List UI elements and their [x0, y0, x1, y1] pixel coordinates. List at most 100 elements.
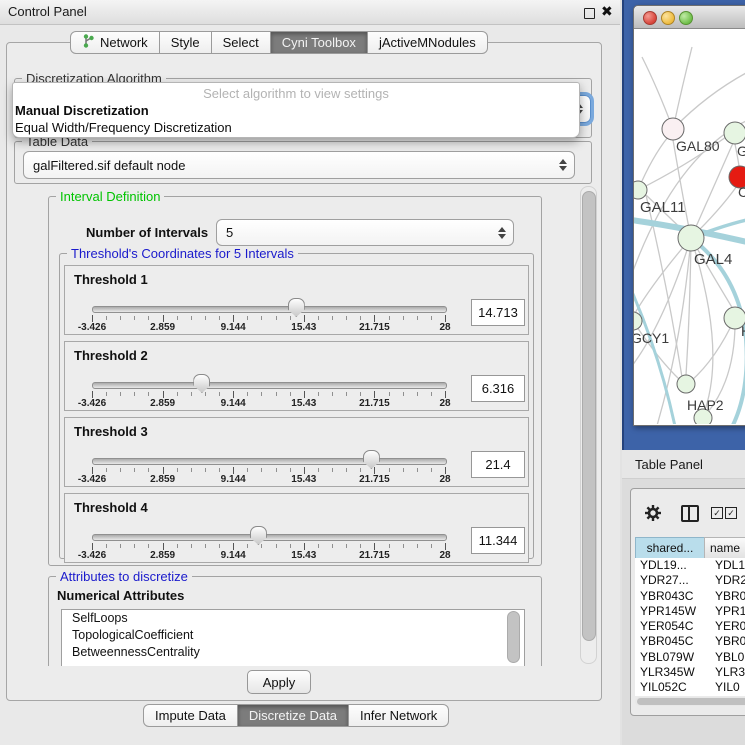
- numerical-attributes-list[interactable]: SelfLoopsTopologicalCoefficientBetweenne…: [61, 609, 525, 666]
- tab-cyni-toolbox[interactable]: Cyni Toolbox: [271, 31, 368, 54]
- threshold-panel: Threshold 2-3.4262.8599.14415.4321.71528…: [64, 341, 529, 411]
- combo-arrows-icon: [497, 227, 506, 239]
- algorithm-option[interactable]: Manual Discretization: [13, 102, 579, 119]
- table-row[interactable]: YBL079WYBL0: [635, 650, 745, 665]
- tab-style[interactable]: Style: [160, 31, 212, 54]
- table-row[interactable]: YIL052CYIL0: [635, 680, 745, 695]
- tick-mark: [276, 544, 277, 548]
- network-node-pink[interactable]: [662, 118, 684, 140]
- tab-select[interactable]: Select: [212, 31, 271, 54]
- tick-label: 2.859: [150, 474, 175, 485]
- tick-mark: [431, 316, 432, 320]
- threshold-label: Threshold 1: [74, 272, 148, 287]
- tick-mark: [389, 468, 390, 472]
- table-row[interactable]: YBR045CYBR0: [635, 634, 745, 649]
- table-row[interactable]: YLR345WYLR3: [635, 665, 745, 680]
- tab-network[interactable]: Network: [70, 31, 160, 54]
- threshold-value-field[interactable]: 21.4: [471, 451, 525, 478]
- table-row[interactable]: YDL19...YDL1: [635, 558, 745, 573]
- tick-mark: [346, 316, 347, 320]
- network-node-green[interactable]: [678, 225, 704, 251]
- bottom-tab-discretize-data[interactable]: Discretize Data: [238, 704, 349, 727]
- table-row[interactable]: YER054CYER0: [635, 619, 745, 634]
- tick-mark: [120, 468, 121, 472]
- table-row[interactable]: YPR145WYPR1: [635, 604, 745, 619]
- tick-mark: [163, 315, 164, 322]
- tick-mark: [389, 316, 390, 320]
- tick-mark: [360, 316, 361, 320]
- tick-mark: [445, 543, 446, 550]
- tick-mark: [148, 392, 149, 396]
- tick-mark: [233, 543, 234, 550]
- apply-button[interactable]: Apply: [247, 670, 311, 694]
- threshold-value-field[interactable]: 6.316: [471, 375, 525, 402]
- slider-thumb[interactable]: [288, 298, 305, 317]
- tick-label: -3.426: [78, 474, 106, 485]
- settings-scrollbar-thumb[interactable]: [582, 191, 596, 641]
- slider-thumb[interactable]: [250, 526, 267, 545]
- tick-mark: [431, 468, 432, 472]
- checkbox-icon[interactable]: ✓: [725, 507, 737, 519]
- tick-label: -3.426: [78, 550, 106, 561]
- table-data-combobox[interactable]: galFiltered.sif default node: [23, 151, 575, 179]
- attributes-group-title: Attributes to discretize: [56, 569, 192, 584]
- tick-mark: [346, 468, 347, 472]
- column-header-name[interactable]: name: [704, 537, 745, 559]
- network-node-green[interactable]: [677, 375, 695, 393]
- slider-track[interactable]: [92, 306, 447, 313]
- slider-thumb[interactable]: [363, 450, 380, 469]
- tick-mark: [445, 315, 446, 322]
- slider-track[interactable]: [92, 382, 447, 389]
- tick-mark: [318, 468, 319, 472]
- table-row[interactable]: YBR043CYBR0: [635, 589, 745, 604]
- close-icon[interactable]: ✖: [601, 3, 613, 20]
- algorithm-option[interactable]: Equal Width/Frequency Discretization: [13, 119, 579, 136]
- tick-mark: [205, 316, 206, 320]
- cell-name: YPR1: [709, 604, 745, 619]
- attributes-list-scrollbar[interactable]: [507, 611, 520, 663]
- threshold-value-field[interactable]: 11.344: [471, 527, 525, 554]
- cell-name: YDR2: [709, 573, 745, 588]
- gear-icon[interactable]: [645, 505, 661, 526]
- attribute-item[interactable]: SelfLoops: [62, 610, 524, 627]
- zoom-traffic-light-icon[interactable]: [679, 11, 693, 25]
- slider-thumb[interactable]: [193, 374, 210, 393]
- tick-mark: [290, 392, 291, 396]
- tick-mark: [261, 316, 262, 320]
- checkbox-icon[interactable]: ✓: [711, 507, 723, 519]
- attribute-item[interactable]: TopologicalCoefficient: [62, 627, 524, 644]
- attribute-item[interactable]: BetweennessCentrality: [62, 644, 524, 661]
- tick-label: 2.859: [150, 398, 175, 409]
- tab-jactivemnodules[interactable]: jActiveMNodules: [368, 31, 488, 54]
- tick-mark: [148, 544, 149, 548]
- table-row[interactable]: YDR27...YDR2: [635, 573, 745, 588]
- column-header-shared-name[interactable]: shared...: [635, 537, 705, 559]
- network-edge: [642, 57, 673, 129]
- number-of-intervals-combobox[interactable]: 5: [216, 219, 514, 246]
- close-traffic-light-icon[interactable]: [643, 11, 657, 25]
- bottom-tab-impute-data[interactable]: Impute Data: [143, 704, 238, 727]
- tick-mark: [403, 468, 404, 472]
- network-node-green[interactable]: [634, 181, 647, 199]
- threshold-value-field[interactable]: 14.713: [471, 299, 525, 326]
- control-panel-tabs: NetworkStyleSelectCyni ToolboxjActiveMNo…: [70, 31, 488, 54]
- tick-mark: [360, 468, 361, 472]
- tick-mark: [318, 316, 319, 320]
- network-node-green[interactable]: [724, 122, 745, 144]
- float-window-icon[interactable]: [584, 8, 595, 19]
- tick-mark: [219, 544, 220, 548]
- tick-mark: [148, 316, 149, 320]
- tick-mark: [290, 544, 291, 548]
- network-window-titlebar[interactable]: [634, 6, 745, 29]
- tick-label: 9.144: [221, 398, 246, 409]
- tab-label: Discretize Data: [249, 708, 337, 723]
- bottom-tab-infer-network[interactable]: Infer Network: [349, 704, 449, 727]
- table-horizontal-scrollbar[interactable]: [635, 697, 745, 706]
- threshold-sliders: Threshold 1-3.4262.8599.14415.4321.71528…: [64, 265, 529, 569]
- slider-track[interactable]: [92, 458, 447, 465]
- slider-track[interactable]: [92, 534, 447, 541]
- tick-mark: [163, 543, 164, 550]
- minimize-traffic-light-icon[interactable]: [661, 11, 675, 25]
- columns-icon[interactable]: [681, 505, 699, 522]
- network-canvas[interactable]: GAL80GCGAL11GAL4GCY1HHAP2: [634, 29, 745, 424]
